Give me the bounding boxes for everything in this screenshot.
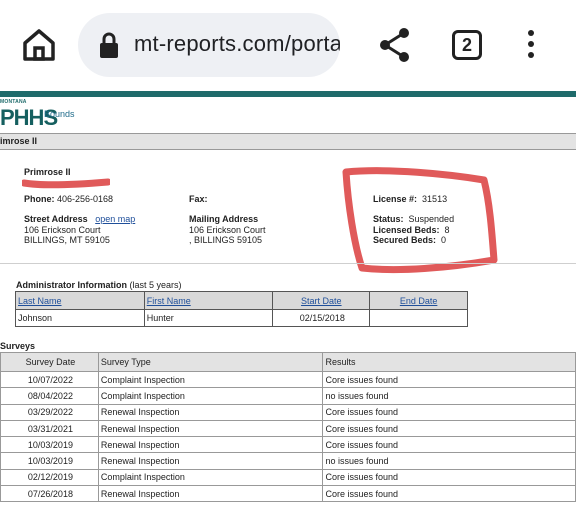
cell-results: no issues found — [322, 452, 576, 470]
annotation-red-box — [342, 167, 498, 274]
share-icon[interactable] — [378, 26, 412, 64]
cell-start-date: 02/15/2018 — [272, 309, 371, 327]
section-divider — [0, 263, 576, 264]
street-line-1: 106 Erickson Court — [24, 224, 101, 235]
facility-title-bar: imrose II — [0, 133, 576, 150]
table-row: 03/31/2021 Renewal Inspection Core issues … — [0, 419, 576, 438]
surveys-table: Survey Date Survey Type Results 10/07/20… — [0, 352, 576, 503]
mailing-line-1: 106 Erickson Court — [189, 224, 266, 235]
facility-title: imrose II — [0, 136, 38, 146]
column-header-survey-type: Survey Type — [97, 352, 324, 372]
table-header-row: Survey Date Survey Type Results — [0, 352, 576, 372]
mailing-address-label: Mailing Address — [189, 214, 259, 224]
cell-results: Core issues found — [322, 403, 576, 421]
cell-survey-type: Renewal Inspection — [97, 485, 324, 503]
cell-survey-type: Complaint Inspection — [97, 370, 324, 389]
home-icon[interactable] — [20, 26, 58, 64]
url-text: mt-reports.com/porta — [134, 31, 340, 56]
column-header-first-name[interactable]: First Name — [143, 291, 274, 310]
cell-results: Core issues found — [322, 419, 576, 438]
surveys-section-title: Surveys — [0, 341, 36, 351]
cell-survey-type: Renewal Inspection — [97, 419, 324, 438]
cell-survey-date: 03/31/2021 — [0, 419, 99, 438]
cell-end-date — [369, 309, 468, 327]
redaction-scribble — [22, 178, 110, 189]
cell-survey-date: 03/29/2022 — [0, 403, 99, 421]
cell-results: no issues found — [322, 387, 576, 405]
cell-survey-date: 10/03/2019 — [0, 436, 99, 454]
phone-row: Phone: 406-256-0168 — [24, 194, 113, 205]
table-row: 08/04/2022 Complaint Inspection no issues … — [0, 387, 576, 405]
cell-survey-type: Renewal Inspection — [97, 452, 324, 470]
cell-survey-type: Renewal Inspection — [97, 403, 324, 421]
table-header-row: Last Name First Name Start Date End Date — [15, 291, 468, 310]
more-options-icon[interactable] — [522, 28, 540, 64]
cell-results: Core issues found — [322, 485, 576, 503]
table-row: 03/29/2022 Renewal Inspection Core issues … — [0, 403, 576, 421]
cell-survey-date: 10/07/2022 — [0, 370, 99, 389]
column-header-results: Results — [322, 352, 576, 372]
column-header-end-date[interactable]: End Date — [369, 291, 468, 310]
table-row: 10/03/2019 Renewal Inspection Core issues … — [0, 436, 576, 454]
address-bar[interactable]: mt-reports.com/porta — [78, 13, 340, 77]
table-row: Johnson Hunter 02/15/2018 — [15, 309, 468, 327]
cell-survey-type: Renewal Inspection — [97, 436, 324, 454]
phone-label: Phone: — [24, 194, 55, 204]
street-line-2: BILLINGS, MT 59105 — [24, 235, 110, 245]
table-row: 10/03/2019 Renewal Inspection no issues fo… — [0, 452, 576, 470]
phhs-logo[interactable]: MONTANA PHHS — [0, 99, 58, 131]
facility-name: Primrose II — [24, 167, 71, 177]
cell-last-name: Johnson — [15, 309, 145, 327]
cell-results: Core issues found — [322, 436, 576, 454]
admin-section-title: Administrator Information (last 5 years) — [16, 280, 182, 290]
cell-survey-type: Complaint Inspection — [97, 468, 324, 487]
table-row: 02/12/2019 Complaint Inspection Core issue… — [0, 468, 576, 487]
street-address-block: Street Address open map 106 Erickson Cou… — [24, 214, 135, 246]
open-map-link[interactable]: open map — [95, 214, 135, 224]
column-header-last-name[interactable]: Last Name — [15, 291, 145, 310]
street-address-label: Street Address — [24, 214, 88, 224]
column-header-start-date[interactable]: Start Date — [272, 291, 371, 310]
phone-value: 406-256-0168 — [57, 194, 114, 204]
mailing-address-block: Mailing Address 106 Erickson Court , BIL… — [189, 214, 266, 246]
table-row: 07/26/2018 Renewal Inspection Core issues … — [0, 485, 576, 503]
tab-switcher-button[interactable]: 2 — [452, 30, 482, 60]
cell-survey-date: 08/04/2022 — [0, 387, 99, 405]
fax-label: Fax: — [189, 194, 208, 204]
cell-results: Core issues found — [322, 370, 576, 389]
site-header: MONTANA PHHS Bounds — [0, 97, 576, 133]
administrator-table: Last Name First Name Start Date End Date… — [15, 291, 468, 327]
cell-survey-type: Complaint Inspection — [97, 387, 324, 405]
mailing-line-2: , BILLINGS 59105 — [189, 235, 263, 245]
lock-icon — [100, 32, 118, 58]
cell-results: Core issues found — [322, 468, 576, 487]
table-row: 10/07/2022 Complaint Inspection Core issue… — [0, 370, 576, 389]
cell-survey-date: 07/26/2018 — [0, 485, 99, 503]
cell-first-name: Hunter — [143, 309, 274, 327]
browser-toolbar: mt-reports.com/porta 2 — [0, 0, 576, 91]
bounds-link[interactable]: Bounds — [44, 109, 75, 119]
column-header-survey-date: Survey Date — [0, 352, 99, 372]
cell-survey-date: 02/12/2019 — [0, 468, 99, 487]
cell-survey-date: 10/03/2019 — [0, 452, 99, 470]
